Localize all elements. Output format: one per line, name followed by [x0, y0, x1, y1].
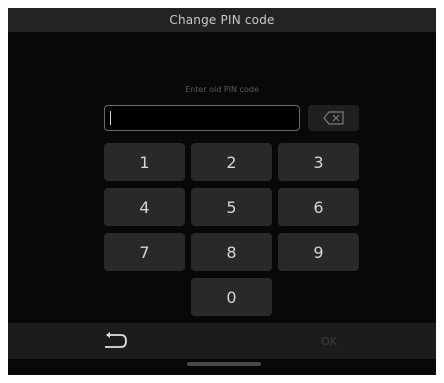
page-title-text: Change PIN code — [169, 13, 275, 27]
back-button[interactable] — [8, 323, 222, 359]
page-title: Change PIN code — [8, 8, 436, 32]
keypad-key-4[interactable]: 4 — [104, 188, 185, 226]
keypad-key-6[interactable]: 6 — [278, 188, 359, 226]
keypad-key-1[interactable]: 1 — [104, 143, 185, 181]
keypad-key-2[interactable]: 2 — [191, 143, 272, 181]
keypad-key-8[interactable]: 8 — [191, 233, 272, 271]
pin-input[interactable] — [104, 105, 300, 131]
backspace-button[interactable] — [308, 105, 359, 131]
pin-prompt: Enter old PIN code — [185, 85, 259, 94]
bottom-bar: OK — [8, 323, 436, 359]
pin-screen: Change PIN code Enter old PIN code 1 2 3… — [8, 8, 436, 375]
backspace-icon — [322, 111, 344, 125]
keypad-key-5[interactable]: 5 — [191, 188, 272, 226]
keypad-key-9[interactable]: 9 — [278, 233, 359, 271]
keypad-key-7[interactable]: 7 — [104, 233, 185, 271]
home-indicator[interactable] — [187, 362, 261, 366]
text-cursor — [110, 111, 111, 125]
keypad-key-3[interactable]: 3 — [278, 143, 359, 181]
keypad-key-0[interactable]: 0 — [191, 278, 272, 316]
ok-button[interactable]: OK — [222, 323, 436, 359]
back-arrow-icon — [105, 332, 127, 348]
